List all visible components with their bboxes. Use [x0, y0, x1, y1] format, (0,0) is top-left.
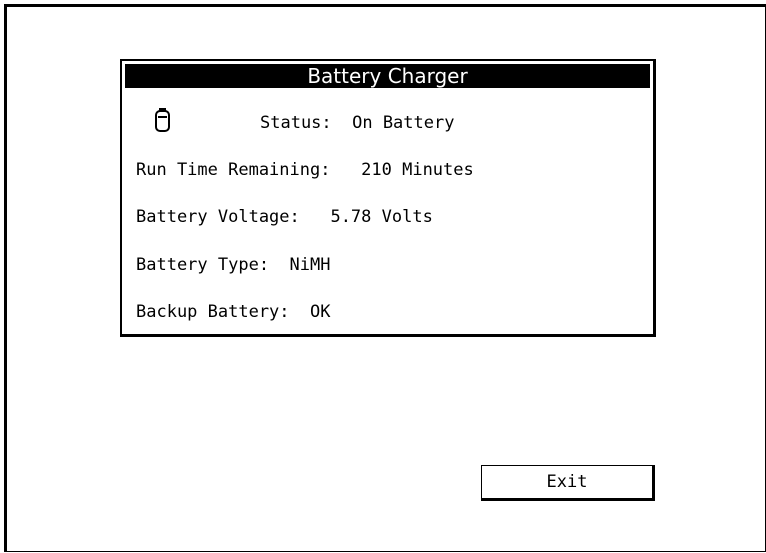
- battery-voltage: Battery Voltage: 5.78 Volts: [136, 207, 433, 227]
- battery-icon: [155, 108, 170, 132]
- status-text: Status: On Battery: [260, 113, 455, 133]
- run-time-remaining: Run Time Remaining: 210 Minutes: [136, 160, 474, 180]
- battery-type: Battery Type: NiMH: [136, 255, 331, 275]
- dialog-title: Battery Charger: [125, 64, 650, 88]
- battery-charger-dialog: Battery Charger Status: On Battery Run T…: [120, 59, 656, 337]
- backup-battery-status: Backup Battery: OK: [136, 302, 331, 322]
- exit-button[interactable]: Exit: [481, 465, 655, 501]
